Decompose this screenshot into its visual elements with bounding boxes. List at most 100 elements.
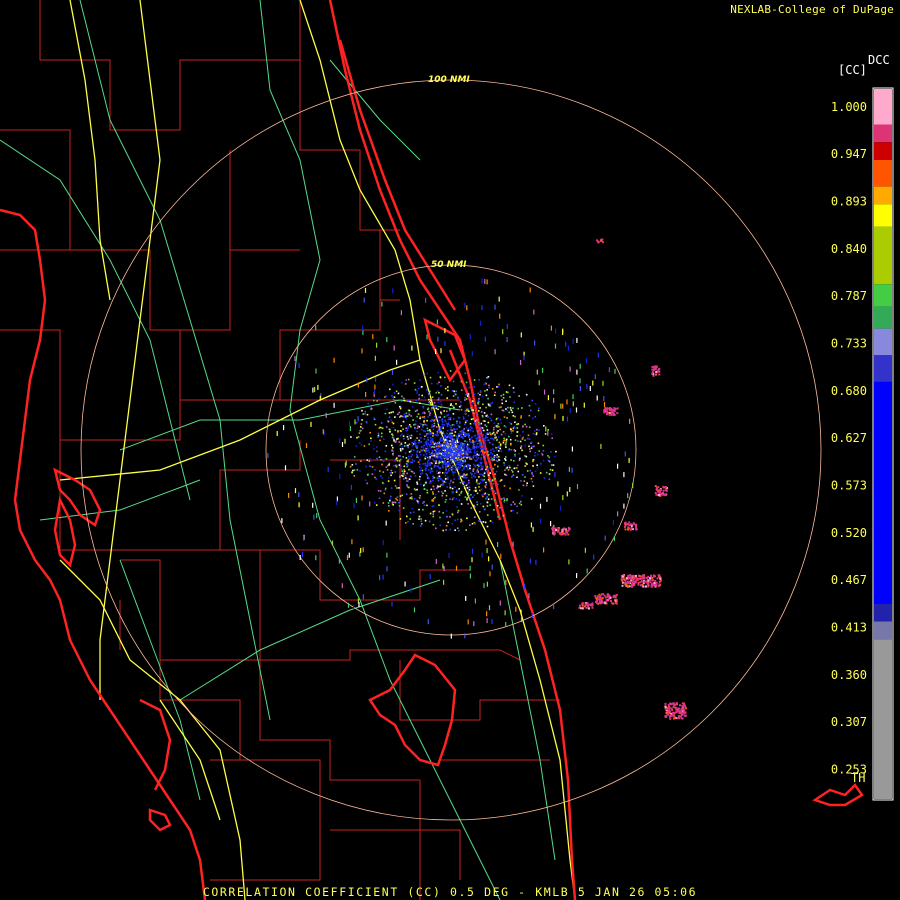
radar-return-gate bbox=[504, 444, 507, 446]
radar-return-gate bbox=[557, 481, 559, 487]
radar-return-gate bbox=[433, 446, 435, 449]
radar-return-gate bbox=[442, 492, 444, 495]
radar-return-gate bbox=[466, 457, 468, 459]
radar-return-gate bbox=[432, 485, 435, 488]
radar-return-gate bbox=[459, 473, 461, 476]
radar-return-gate bbox=[560, 403, 562, 409]
radar-return-gate bbox=[469, 458, 471, 460]
radar-return-gate bbox=[461, 469, 464, 471]
radar-return-gate bbox=[639, 581, 642, 584]
radar-return-gate bbox=[528, 426, 531, 429]
colorbar-segment bbox=[874, 328, 892, 356]
radar-return-gate bbox=[462, 418, 465, 420]
radar-return-gate bbox=[653, 574, 655, 577]
radar-return-gate bbox=[486, 525, 489, 528]
radar-return-gate bbox=[508, 384, 511, 387]
radar-return-gate bbox=[476, 469, 479, 471]
radar-return-gate bbox=[446, 439, 449, 442]
radar-return-gate bbox=[366, 413, 369, 416]
radar-return-gate bbox=[512, 387, 515, 389]
radar-return-gate bbox=[406, 463, 408, 465]
radar-return-gate bbox=[628, 524, 631, 526]
radar-return-gate bbox=[490, 403, 492, 405]
radar-return-gate bbox=[411, 345, 413, 351]
radar-return-gate bbox=[400, 465, 402, 468]
radar-return-gate bbox=[444, 501, 447, 503]
radar-return-gate bbox=[409, 518, 411, 520]
radar-return-gate bbox=[542, 459, 545, 462]
radar-return-gate bbox=[524, 476, 526, 478]
radar-return-gate bbox=[526, 463, 528, 465]
radar-return-gate bbox=[450, 633, 452, 639]
radar-return-gate bbox=[440, 490, 443, 493]
radar-return-gate bbox=[360, 444, 363, 446]
radar-return-gate bbox=[407, 427, 409, 430]
radar-return-gate bbox=[476, 447, 478, 449]
radar-return-gate bbox=[451, 492, 454, 495]
radar-return-gate bbox=[586, 568, 588, 574]
radar-return-gate bbox=[406, 429, 408, 432]
radar-return-gate bbox=[442, 466, 445, 469]
radar-return-gate bbox=[449, 370, 452, 372]
radar-return-gate bbox=[517, 440, 519, 442]
radar-return-gate bbox=[658, 373, 661, 376]
colorbar-ticks: 1.0000.9470.8930.8400.7870.7330.6800.627… bbox=[831, 100, 867, 777]
radar-return-gate bbox=[458, 435, 460, 437]
radar-return-gate bbox=[481, 395, 484, 397]
radar-return-gate bbox=[447, 448, 450, 451]
radar-return-gate bbox=[685, 707, 687, 710]
radar-return-gate bbox=[454, 443, 457, 446]
radar-return-gate bbox=[466, 476, 468, 479]
radar-return-gate bbox=[456, 422, 458, 425]
radar-return-gate bbox=[463, 443, 466, 445]
radar-return-gate bbox=[456, 527, 459, 529]
radar-return-gate bbox=[613, 536, 615, 542]
radar-return-gate bbox=[536, 369, 538, 375]
radar-return-gate bbox=[497, 436, 500, 438]
radar-return-gate bbox=[497, 516, 499, 518]
radar-return-gate bbox=[567, 345, 569, 351]
radar-return-gate bbox=[402, 475, 404, 477]
radar-return-gate bbox=[506, 324, 508, 329]
radar-return-gate bbox=[288, 492, 290, 498]
radar-return-gate bbox=[374, 355, 376, 361]
radar-return-gate bbox=[392, 288, 394, 294]
radar-return-gate bbox=[545, 426, 547, 432]
radar-return-gate bbox=[575, 407, 578, 413]
radar-return-gate bbox=[488, 384, 490, 387]
radar-return-gate bbox=[603, 401, 606, 407]
radar-return-gate bbox=[498, 296, 500, 302]
radar-return-gate bbox=[482, 521, 485, 523]
radar-return-gate bbox=[460, 408, 463, 411]
radar-return-gate bbox=[449, 498, 451, 500]
radar-return-gate bbox=[469, 497, 471, 500]
radar-return-gate bbox=[601, 601, 604, 604]
radar-return-gate bbox=[416, 409, 418, 412]
radar-return-gate bbox=[390, 487, 393, 489]
radar-return-gate bbox=[452, 413, 455, 415]
radar-return-gate bbox=[411, 444, 414, 447]
radar-return-gate bbox=[534, 403, 537, 405]
radar-return-gate bbox=[531, 472, 533, 474]
radar-return-gate bbox=[456, 518, 459, 521]
radar-return-gate bbox=[457, 511, 459, 514]
radar-return-gate bbox=[294, 356, 296, 361]
radar-return-gate bbox=[446, 425, 449, 428]
radar-return-gate bbox=[603, 411, 606, 414]
radar-return-gate bbox=[398, 464, 401, 466]
radar-return-gate bbox=[615, 598, 618, 601]
radar-return-gate bbox=[339, 473, 341, 479]
radar-return-gate bbox=[425, 434, 427, 437]
radar-return-gate bbox=[421, 394, 423, 397]
radar-return-gate bbox=[495, 446, 497, 449]
radar-return-gate bbox=[439, 516, 441, 519]
radar-return-gate bbox=[657, 370, 659, 373]
radar-return-gate bbox=[498, 383, 500, 386]
radar-return-gate bbox=[367, 473, 369, 476]
radar-return-gate bbox=[391, 436, 394, 439]
radar-return-gate bbox=[512, 415, 515, 417]
radar-return-gate bbox=[374, 476, 376, 479]
radar-return-gate bbox=[447, 478, 449, 480]
radar-return-gate bbox=[610, 413, 613, 416]
radar-return-gate bbox=[485, 406, 487, 409]
